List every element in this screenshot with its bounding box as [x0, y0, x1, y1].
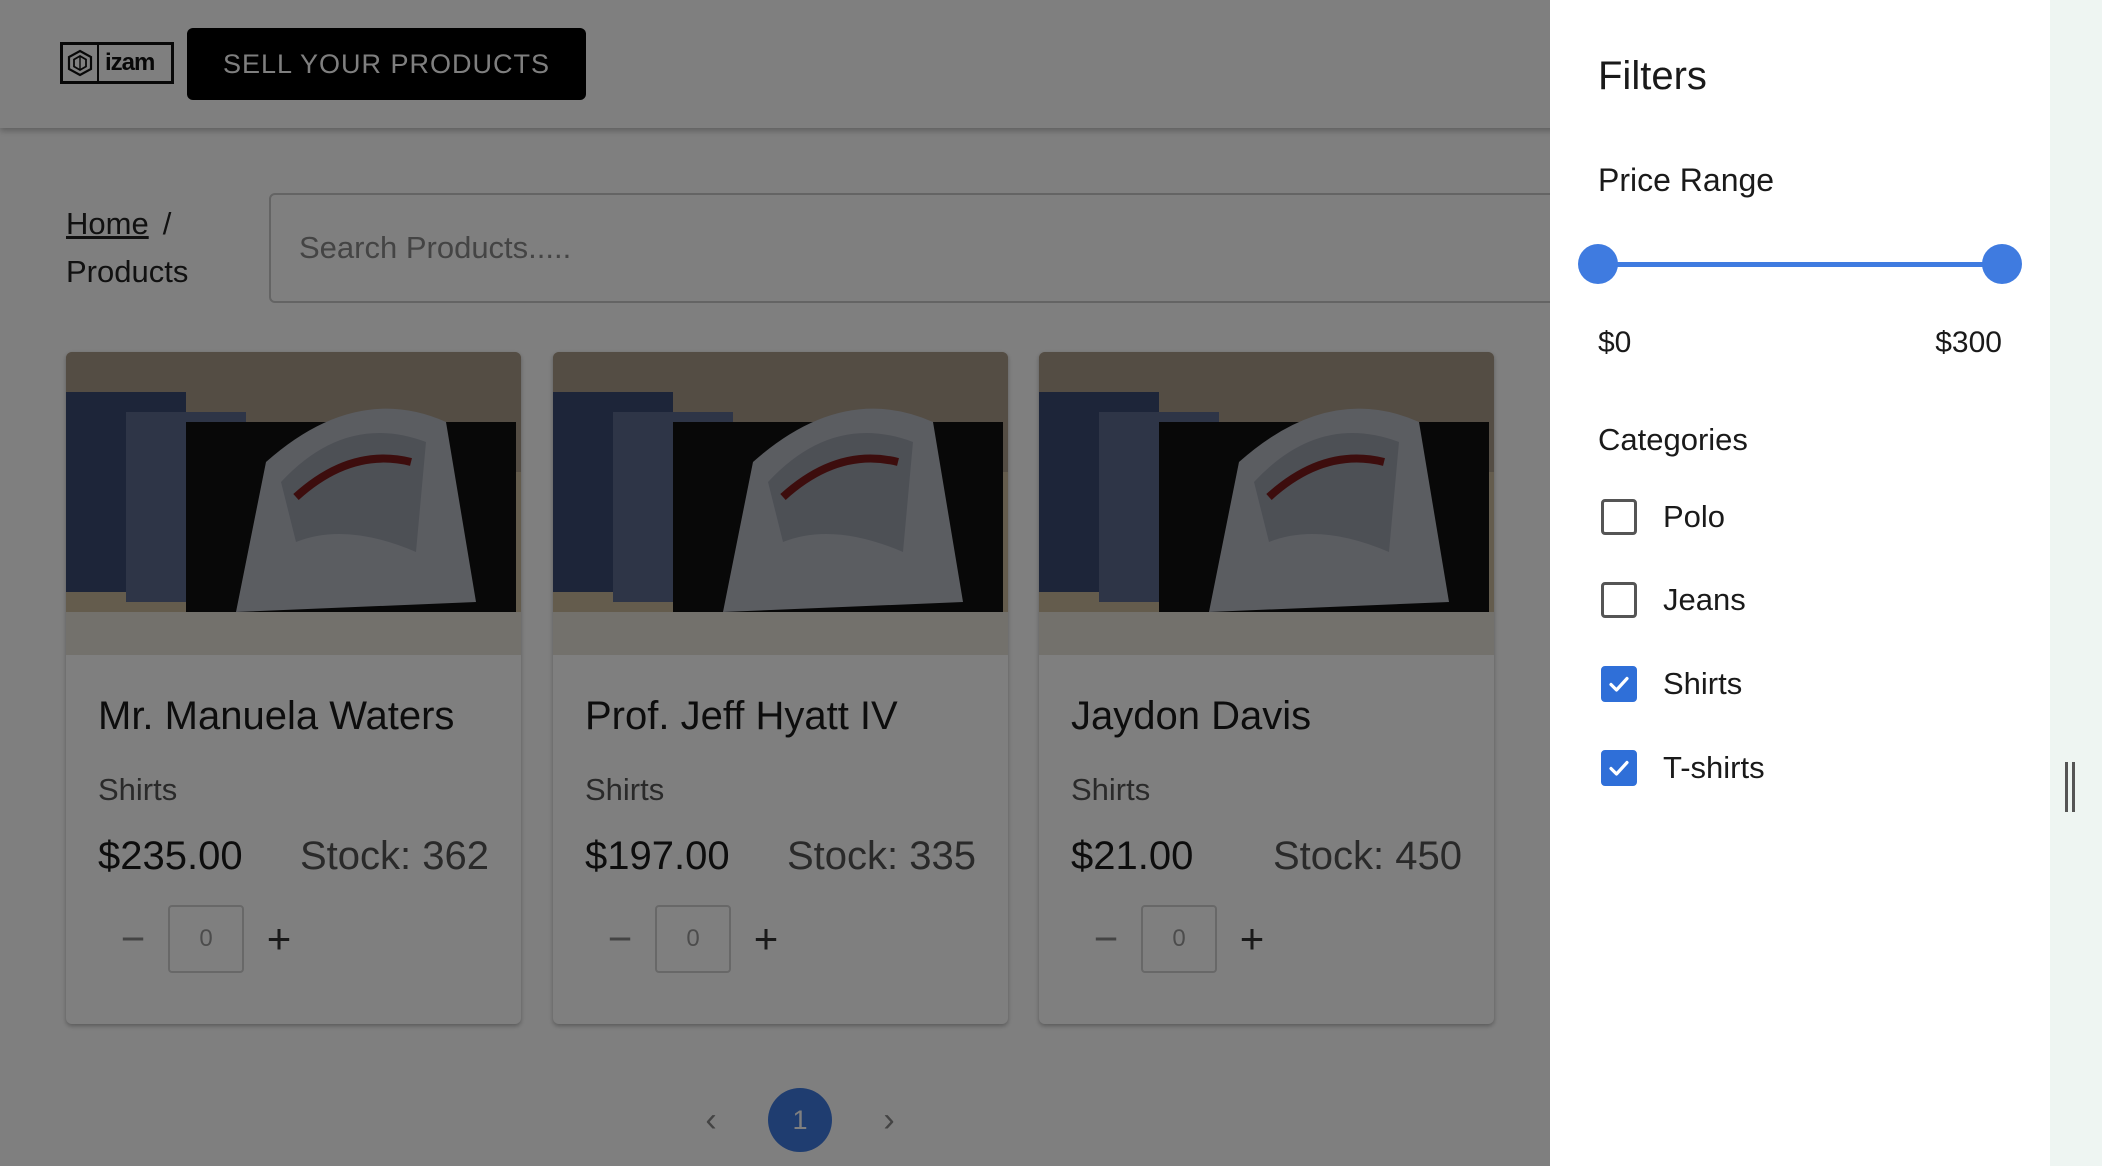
slider-track[interactable] [1598, 262, 2002, 267]
checkbox[interactable] [1601, 499, 1637, 535]
slider-max-thumb[interactable] [1982, 244, 2022, 284]
category-option-polo[interactable]: Polo [1598, 487, 1725, 547]
filters-drawer: Filters Price Range $0 $300 Categories P… [1550, 0, 2050, 1166]
drawer-backdrop[interactable] [0, 0, 1550, 1166]
filters-title: Filters [1598, 54, 1707, 98]
slider-min-thumb[interactable] [1578, 244, 1618, 284]
category-label: Jeans [1663, 582, 1746, 617]
checkbox-checked[interactable] [1601, 666, 1637, 702]
categories-label: Categories [1598, 422, 1748, 457]
category-label: Polo [1663, 499, 1726, 534]
right-edge-strip [2050, 0, 2102, 1166]
price-max-label: $300 [1935, 326, 2002, 359]
category-label: Shirts [1663, 666, 1743, 701]
checkbox-checked[interactable] [1601, 750, 1637, 786]
category-option-jeans[interactable]: Jeans [1598, 570, 1746, 630]
price-range-slider[interactable] [1578, 242, 2022, 286]
category-option-t-shirts[interactable]: T-shirts [1598, 738, 1765, 798]
resize-handle-icon[interactable] [2065, 762, 2075, 812]
price-range-label: Price Range [1598, 162, 1775, 198]
price-min-label: $0 [1598, 326, 1632, 359]
category-option-shirts[interactable]: Shirts [1598, 654, 1742, 714]
category-label: T-shirts [1663, 750, 1765, 785]
checkbox[interactable] [1601, 582, 1637, 618]
